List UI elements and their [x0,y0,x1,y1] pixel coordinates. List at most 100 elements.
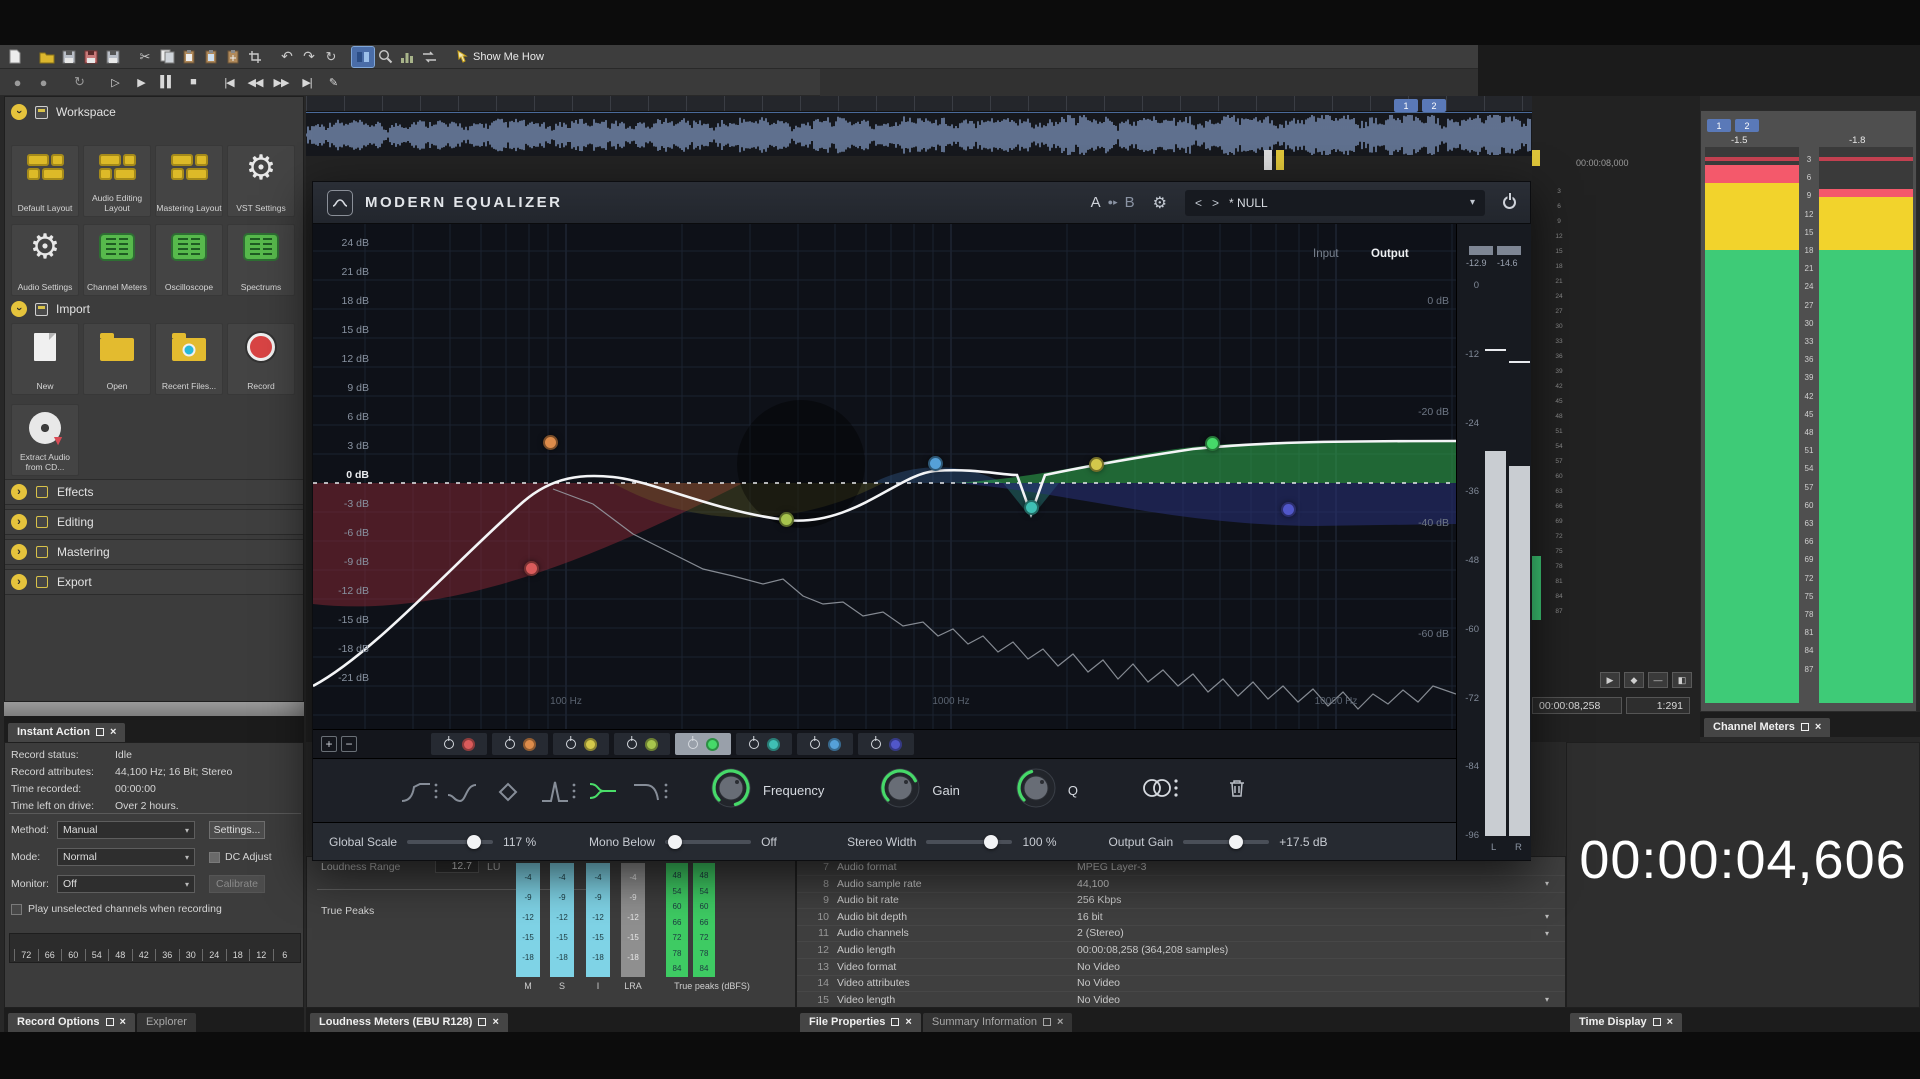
transport-pause-button[interactable]: ▌▌ [154,71,180,93]
dc-adjust-checkbox[interactable] [209,852,220,863]
preset-selector[interactable]: < > * NULL ▾ [1185,190,1485,216]
tab-file-properties[interactable]: File Properties× [800,1013,921,1032]
toolbar-icon-paste-to-new[interactable] [200,47,222,67]
mini-minus-button[interactable]: — [1648,672,1668,688]
toolbar-icon-save-as[interactable] [80,47,102,67]
tab-float-icon[interactable] [478,1018,486,1026]
tab-explorer[interactable]: Explorer [137,1013,196,1032]
workspace-item-audio-editing-layout[interactable]: Audio Editing Layout [83,145,151,217]
sidebar-scrollbar[interactable] [4,702,304,716]
slider-thumb[interactable] [1229,835,1243,849]
filter-shape-shelf-button[interactable] [581,774,627,808]
transport-loop-playback-button[interactable]: ↻ [66,71,92,93]
preset-prev-icon[interactable]: < [1195,196,1202,210]
transport-play-button[interactable]: ▶ [128,71,154,93]
dropdown-icon[interactable]: ▾ [1545,929,1565,938]
transport-go-to-start-button[interactable]: |◀ [216,71,242,93]
zoom-out-button[interactable]: − [341,736,357,752]
band-6-color-dot[interactable] [767,738,780,751]
channel-2-badge[interactable]: 2 [1735,119,1759,132]
band-6-power-icon[interactable] [749,739,759,749]
mode-select[interactable]: Normal▾ [57,848,195,866]
band-4-handle[interactable] [779,512,794,527]
settings-button[interactable]: Settings... [209,821,265,839]
dropdown-icon[interactable]: ▾ [1545,912,1565,921]
toolbar-icon-batch-find[interactable] [418,47,440,67]
file-property-row[interactable]: 15Video lengthNo Video▾ [797,992,1565,1009]
tab-close-icon[interactable]: × [492,1016,498,1028]
method-select[interactable]: Manual▾ [57,821,195,839]
transport-fast-forward-button[interactable]: ▶▶ [268,71,294,93]
knob-gain[interactable] [878,766,922,815]
import-item-new[interactable]: New [11,323,79,395]
channel-1-badge[interactable]: 1 [1707,119,1731,132]
filter-shape-peak-button[interactable] [535,774,581,808]
stereo-mode-button[interactable] [1138,775,1182,806]
band-2-color-dot[interactable] [523,738,536,751]
transport-rewind-button[interactable]: ◀◀ [242,71,268,93]
toolbar-icon-statistics[interactable] [396,47,418,67]
mini-loop-region-button[interactable]: ◧ [1672,672,1692,688]
mini-channel-badge-2[interactable]: 2 [1422,99,1446,112]
band-2-power-icon[interactable] [505,739,515,749]
file-property-row[interactable]: 10Audio bit depth16 bit▾ [797,909,1565,926]
slider-thumb[interactable] [467,835,481,849]
file-property-row[interactable]: 7Audio formatMPEG Layer-3 [797,859,1565,876]
band-3-handle[interactable] [1089,457,1104,472]
tab-output[interactable]: Output [1371,248,1409,260]
toolbar-icon-paste[interactable] [178,47,200,67]
filter-shape-high-cut-button[interactable] [627,774,673,808]
dropdown-icon[interactable]: ▾ [1545,879,1565,888]
tab-loudness-meters[interactable]: Loudness Meters (EBU R128)× [310,1013,508,1032]
band-1-power-icon[interactable] [444,739,454,749]
file-property-row[interactable]: 8Audio sample rate44,100▾ [797,876,1565,893]
toolbar-icon-copy[interactable] [156,47,178,67]
workspace-item-default-layout[interactable]: Default Layout [11,145,79,217]
import-item-extract-audio-from-cd[interactable]: Extract Audio from CD... [11,404,79,476]
filter-shape-low-shelf-button[interactable] [443,774,489,808]
band-5-power-icon[interactable] [688,739,698,749]
slider-output-gain[interactable] [1183,840,1269,844]
file-property-row[interactable]: 9Audio bit rate256 Kbps [797,892,1565,909]
toolbar-icon-cut[interactable]: ✂ [134,47,156,67]
band-3-color-dot[interactable] [584,738,597,751]
timeline-ruler[interactable] [306,96,1532,112]
preset-dropdown-icon[interactable]: ▾ [1470,197,1475,208]
filter-shape-high-pass-button[interactable] [397,774,443,808]
calibrate-button[interactable]: Calibrate [209,875,265,893]
tab-float-icon[interactable] [96,728,104,736]
toolbar-icon-new-file[interactable] [4,47,26,67]
band-4-color-dot[interactable] [645,738,658,751]
tab-float-icon[interactable] [106,1018,114,1026]
workspace-item-channel-meters[interactable]: Channel Meters [83,224,151,296]
tab-float-icon[interactable] [1801,723,1809,731]
band-7-color-dot[interactable] [828,738,841,751]
band-1-color-dot[interactable] [462,738,475,751]
section-expand-chevron[interactable]: › [11,514,27,530]
transport-play-all-button[interactable]: ▷ [102,71,128,93]
workspace-item-oscilloscope[interactable]: Oscilloscope [155,224,223,296]
slider-stereo-width[interactable] [926,840,1012,844]
tab-input[interactable]: Input [1313,248,1339,260]
tab-close-icon[interactable]: × [110,726,116,738]
waveform-display[interactable] [306,112,1532,156]
band-5-color-dot[interactable] [706,738,719,751]
section-expand-chevron[interactable]: › [11,544,27,560]
toolbar-icon-undo[interactable]: ↶ [276,47,298,67]
tab-record-options[interactable]: Record Options× [8,1013,135,1032]
file-property-row[interactable]: 11Audio channels2 (Stereo)▾ [797,925,1565,942]
tab-close-icon[interactable]: × [1057,1016,1063,1028]
toolbar-icon-open-file[interactable] [36,47,58,67]
monitor-select[interactable]: Off▾ [57,875,195,893]
slider-global-scale[interactable] [407,840,493,844]
mini-marker-button[interactable]: ◆ [1624,672,1644,688]
band-4-power-icon[interactable] [627,739,637,749]
toolbar-icon-save-all[interactable] [102,47,124,67]
tab-channel-meters[interactable]: Channel Meters× [1704,718,1830,737]
bypass-power-icon[interactable] [1503,196,1516,209]
preset-b-button[interactable]: B [1125,194,1135,211]
eq-graph[interactable]: 24 dB21 dB18 dB15 dB12 dB9 dB6 dB3 dB0 d… [313,224,1456,729]
tab-instant-action[interactable]: Instant Action× [8,723,125,742]
band-2-handle[interactable] [543,435,558,450]
tab-float-icon[interactable] [1043,1018,1051,1026]
